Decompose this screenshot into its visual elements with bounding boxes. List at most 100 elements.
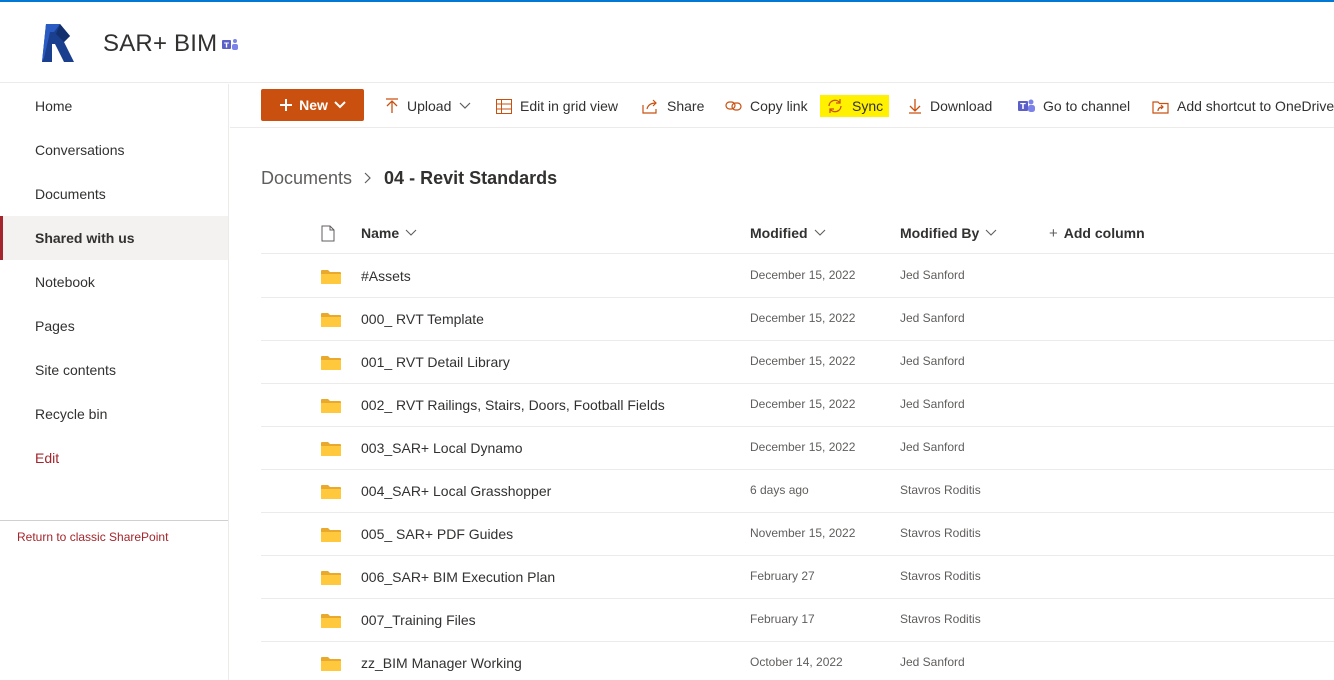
- add-column-button[interactable]: + Add column: [1049, 212, 1145, 254]
- file-type-column-header[interactable]: [321, 212, 335, 254]
- folder-icon: [321, 571, 341, 585]
- copy-link-button[interactable]: Copy link: [725, 84, 808, 128]
- modified-by-name[interactable]: Jed Sanford: [900, 341, 965, 384]
- return-to-classic-link[interactable]: Return to classic SharePoint: [17, 530, 168, 544]
- chevron-right-icon: [364, 172, 371, 184]
- site-title[interactable]: SAR+ BIM: [103, 30, 217, 58]
- go-to-channel-button[interactable]: T Go to channel: [1018, 84, 1130, 128]
- modified-by-name[interactable]: Jed Sanford: [900, 384, 965, 427]
- modified-column-header[interactable]: Modified: [750, 212, 826, 254]
- table-row[interactable]: 004_SAR+ Local Grasshopper 6 days ago Stav…: [261, 470, 1334, 513]
- nav-item-shared-with-us[interactable]: Shared with us: [0, 216, 228, 260]
- file-name-link[interactable]: zz_BIM Manager Working: [361, 642, 522, 680]
- plus-icon: [280, 99, 293, 111]
- add-shortcut-onedrive-button[interactable]: Add shortcut to OneDrive: [1152, 84, 1334, 128]
- revit-logo-icon[interactable]: [36, 20, 78, 66]
- add-column-label: Add column: [1063, 225, 1145, 241]
- file-name-link[interactable]: 005_ SAR+ PDF Guides: [361, 513, 513, 556]
- modified-date: December 15, 2022: [750, 311, 856, 325]
- chevron-down-icon: [405, 229, 417, 236]
- download-icon: [909, 99, 921, 114]
- breadcrumb-current-folder: 04 - Revit Standards: [384, 167, 558, 188]
- table-row[interactable]: 001_ RVT Detail Library December 15, 2022…: [261, 341, 1334, 384]
- table-row[interactable]: 005_ SAR+ PDF Guides November 15, 2022 Sta…: [261, 513, 1334, 556]
- modified-by-name[interactable]: Stavros Roditis: [900, 470, 981, 513]
- breadcrumb: Documents 04 - Revit Standards: [261, 166, 557, 190]
- left-navigation: Home Conversations Documents Shared with…: [0, 84, 229, 680]
- teams-icon[interactable]: T: [221, 37, 239, 53]
- share-label: Share: [667, 98, 705, 114]
- nav-edit-link[interactable]: Edit: [0, 436, 228, 480]
- edit-grid-view-button[interactable]: Edit in grid view: [496, 84, 618, 128]
- nav-item-documents[interactable]: Documents: [0, 172, 228, 216]
- new-button[interactable]: New: [261, 89, 364, 121]
- nav-item-conversations[interactable]: Conversations: [0, 128, 228, 172]
- copy-link-label: Copy link: [750, 98, 808, 114]
- document-icon: [321, 225, 335, 241]
- upload-label: Upload: [407, 98, 452, 114]
- add-shortcut-label: Add shortcut to OneDrive: [1177, 98, 1334, 114]
- modified-date: October 14, 2022: [750, 655, 843, 669]
- modified-by-name[interactable]: Jed Sanford: [900, 642, 965, 680]
- name-column-header[interactable]: Name: [361, 212, 417, 254]
- share-icon: [642, 99, 657, 114]
- command-bar: New Upload Edit in grid view Share Copy …: [230, 84, 1334, 128]
- edit-grid-view-label: Edit in grid view: [520, 98, 619, 114]
- modified-by-name[interactable]: Stavros Roditis: [900, 599, 981, 642]
- breadcrumb-documents[interactable]: Documents: [261, 168, 352, 189]
- list-header: Name Modified Modified By + Add column: [261, 212, 1334, 254]
- file-name-link[interactable]: 006_SAR+ BIM Execution Plan: [361, 556, 555, 599]
- table-row[interactable]: #Assets December 15, 2022 Jed Sanford: [261, 255, 1334, 298]
- nav-item-home[interactable]: Home: [0, 84, 228, 128]
- folder-icon: [321, 270, 341, 284]
- modified-by-column-header[interactable]: Modified By: [900, 212, 997, 254]
- table-row[interactable]: 000_ RVT Template December 15, 2022 Jed Sa…: [261, 298, 1334, 341]
- file-name-link[interactable]: 002_ RVT Railings, Stairs, Doors, Footba…: [361, 384, 665, 427]
- table-row[interactable]: 002_ RVT Railings, Stairs, Doors, Footba…: [261, 384, 1334, 427]
- svg-text:T: T: [224, 42, 229, 50]
- table-row[interactable]: 006_SAR+ BIM Execution Plan February 27 St…: [261, 556, 1334, 599]
- table-row[interactable]: 007_Training Files February 17 Stavros Rod…: [261, 599, 1334, 642]
- modified-by-name[interactable]: Jed Sanford: [900, 427, 965, 470]
- nav-item-notebook[interactable]: Notebook: [0, 260, 228, 304]
- file-name-link[interactable]: 007_Training Files: [361, 599, 476, 642]
- folder-icon: [321, 399, 341, 413]
- folder-icon: [321, 528, 341, 542]
- file-name-link[interactable]: 000_ RVT Template: [361, 298, 484, 341]
- file-name-link[interactable]: 001_ RVT Detail Library: [361, 341, 510, 384]
- upload-button[interactable]: Upload: [385, 84, 471, 128]
- nav-item-site-contents[interactable]: Site contents: [0, 348, 228, 392]
- modified-by-name[interactable]: Stavros Roditis: [900, 556, 981, 599]
- file-name-link[interactable]: #Assets: [361, 255, 411, 298]
- modified-date: 6 days ago: [750, 483, 809, 497]
- modified-column-label: Modified: [750, 225, 808, 241]
- table-row[interactable]: 003_SAR+ Local Dynamo December 15, 2022 Je…: [261, 427, 1334, 470]
- nav-item-recycle-bin[interactable]: Recycle bin: [0, 392, 228, 436]
- sync-button[interactable]: Sync: [820, 95, 890, 117]
- modified-date: December 15, 2022: [750, 354, 856, 368]
- download-label: Download: [930, 98, 993, 114]
- file-name-link[interactable]: 003_SAR+ Local Dynamo: [361, 427, 523, 470]
- share-button[interactable]: Share: [642, 84, 704, 128]
- chevron-down-icon: [985, 229, 997, 236]
- name-column-label: Name: [361, 225, 400, 241]
- chevron-down-icon: [334, 101, 346, 109]
- nav-item-pages[interactable]: Pages: [0, 304, 228, 348]
- download-button[interactable]: Download: [908, 84, 992, 128]
- modified-date: December 15, 2022: [750, 397, 856, 411]
- nav-divider: [0, 520, 228, 521]
- modified-by-name[interactable]: Stavros Roditis: [900, 513, 981, 556]
- plus-icon: +: [1049, 224, 1058, 242]
- modified-date: December 15, 2022: [750, 440, 856, 454]
- teams-icon: T: [1018, 99, 1035, 112]
- go-to-channel-label: Go to channel: [1043, 98, 1131, 114]
- modified-by-name[interactable]: Jed Sanford: [900, 298, 965, 341]
- sync-label: Sync: [852, 98, 884, 114]
- folder-icon: [321, 657, 341, 671]
- modified-date: December 15, 2022: [750, 268, 856, 282]
- folder-icon: [321, 614, 341, 628]
- upload-icon: [386, 98, 398, 113]
- modified-by-name[interactable]: Jed Sanford: [900, 255, 965, 298]
- file-name-link[interactable]: 004_SAR+ Local Grasshopper: [361, 470, 551, 513]
- table-row[interactable]: zz_BIM Manager Working October 14, 2022 Je…: [261, 642, 1334, 680]
